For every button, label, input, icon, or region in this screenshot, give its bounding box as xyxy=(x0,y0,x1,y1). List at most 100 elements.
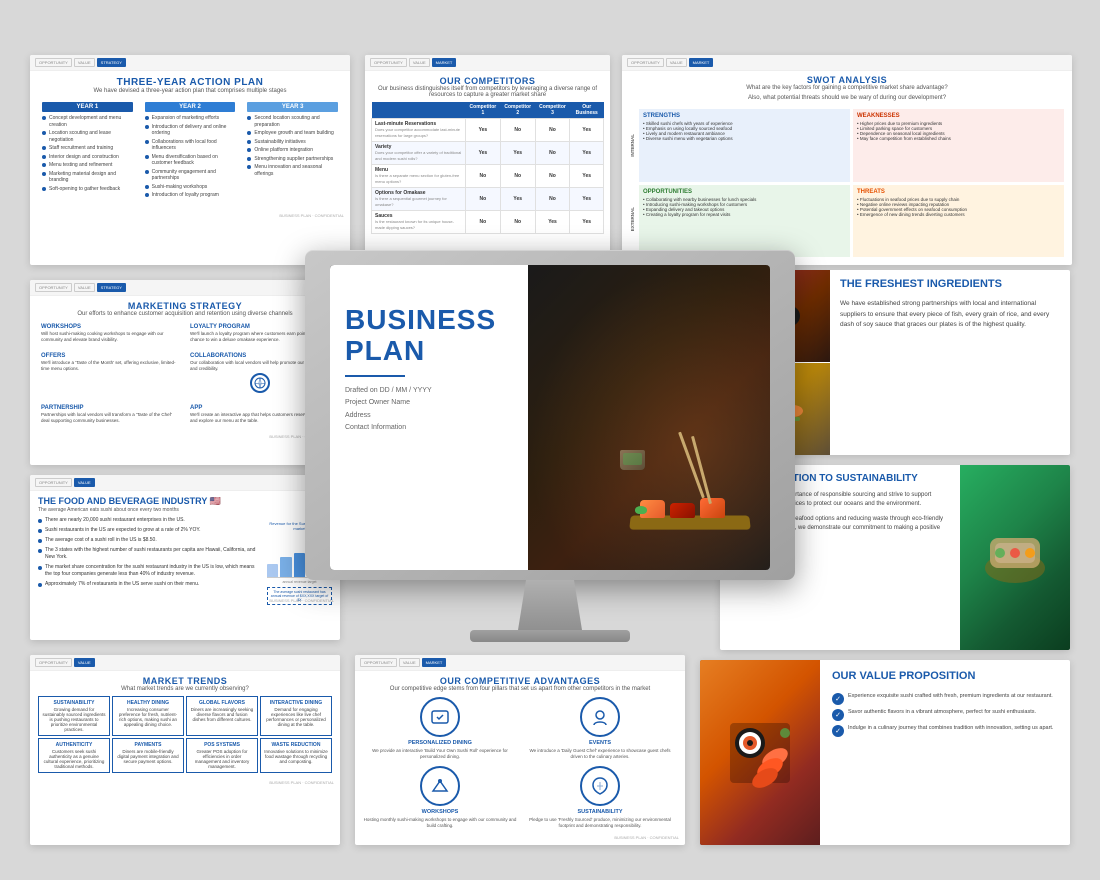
market-trends-content: MARKET TRENDS What market trends are we … xyxy=(30,671,340,778)
comp-row-sauces: SaucesIs the restaurant known for its un… xyxy=(372,211,604,234)
y3-item5: Strengthening supplier partnerships xyxy=(247,156,338,163)
monitor-wrapper: BUSINESS PLAN Drafted on DD / MM / YYYY … xyxy=(290,250,810,670)
swot-strengths: STRENGTHS • Skilled sushi chefs with yea… xyxy=(639,109,850,182)
trend-sus-text: Growing demand for sustainably sourced i… xyxy=(42,707,106,732)
bp-address: Address xyxy=(345,410,587,423)
pillar-pers-circle xyxy=(420,697,460,737)
y1-item1: Concept development and menu creation xyxy=(42,115,133,128)
business-plan-slide: BUSINESS PLAN Drafted on DD / MM / YYYY … xyxy=(330,265,770,570)
swot-weaknesses-title: WEAKNESSES xyxy=(857,113,1060,119)
pillar-sust-text: Pledge to use 'Freshly Sourced' produce,… xyxy=(523,817,677,829)
y2-item4: Menu diversification based on customer f… xyxy=(145,154,236,167)
swot-threats: THREATS • Fluctuations in seafood prices… xyxy=(853,185,1064,258)
marketing-workshops-text: Will host sushi-making cooking workshops… xyxy=(41,331,180,343)
marketing-workshops: WORKSHOPS Will host sushi-making cooking… xyxy=(38,321,183,346)
marketing-offers-title: OFFERS xyxy=(41,353,180,359)
comp-th-c3: Competitor 3 xyxy=(535,102,570,119)
year3-label: YEAR 3 xyxy=(247,102,338,112)
trend-waste: WASTE REDUCTION Innovative solutions to … xyxy=(260,738,332,773)
comp-cell-s-c1: No xyxy=(465,211,500,234)
swot-opportunities: OPPORTUNITIES • Collaborating with nearb… xyxy=(639,185,850,258)
tag-val3: VALUE xyxy=(666,58,687,67)
y1-item2: Location scouting and lease negotiation xyxy=(42,130,133,143)
slide-value-proposition: OUR VALUE PROPOSITION ✓ Experience exqui… xyxy=(700,660,1070,845)
globe-icon xyxy=(250,373,270,393)
comp-cell-menu-label: MenuIs there a separate menu section for… xyxy=(372,165,466,188)
trend-auth-text: Customers seek sushi authenticity as a g… xyxy=(42,749,106,769)
tag-opp2: OPPORTUNITY xyxy=(370,58,407,67)
comp-th-c1: Competitor 1 xyxy=(465,102,500,119)
tag-val6: VALUE xyxy=(74,658,95,667)
trend-global-title: GLOBAL FLAVORS xyxy=(190,700,254,706)
pillar-events: EVENTS We introduce a 'Daily Guest Chef'… xyxy=(523,697,677,760)
swot-internal-label: INTERNAL xyxy=(630,134,635,157)
spring-rolls-svg xyxy=(975,518,1055,598)
pillar-pers-text: We provide an interactive 'Build Your Ow… xyxy=(363,748,517,760)
trend-pay-title: PAYMENTS xyxy=(116,742,180,748)
marketing-partnership-title: PARTNERSHIP xyxy=(41,405,180,411)
year3-col: YEAR 3 Second location scouting and prep… xyxy=(243,98,342,205)
tag-val5: VALUE xyxy=(74,478,95,487)
salmon-sushi-svg xyxy=(720,703,800,803)
trend-pay-text: Diners are mobile-friendly digital payme… xyxy=(116,749,180,764)
trend-authenticity: AUTHENTICITY Customers seek sushi authen… xyxy=(38,738,110,773)
tag-market2: MARKET xyxy=(432,58,457,67)
value-check-2: ✓ xyxy=(832,709,844,721)
trend-inter-text: Demand for engaging experiences like liv… xyxy=(264,707,328,727)
tag-opportunity: OPPORTUNITY xyxy=(35,58,72,67)
freshest-text-area: THE FRESHEST INGREDIENTS We have establi… xyxy=(830,270,1070,455)
marketing-offers: OFFERS We'll introduce a 'Taste of the M… xyxy=(38,350,183,399)
trend-global-text: Diners are increasingly seeking diverse … xyxy=(190,707,254,722)
comp-adv-subtitle: Our competitive edge stems from four pil… xyxy=(363,686,677,692)
swot-tags: OPPORTUNITY VALUE MARKET xyxy=(622,55,1072,71)
trend-waste-title: WASTE REDUCTION xyxy=(264,742,328,748)
y2-item7: Introduction of loyalty program xyxy=(145,192,236,199)
comp-cell-m-c1: No xyxy=(465,165,500,188)
tag-market3: MARKET xyxy=(689,58,714,67)
pillar-sustainability: SUSTAINABILITY Pledge to use 'Freshly So… xyxy=(523,766,677,829)
comp-cell-r-us: Yes xyxy=(570,119,604,142)
value-check-1: ✓ xyxy=(832,693,844,705)
food-bullet-4: The 3 states with the highest number of … xyxy=(38,547,257,561)
comp-cell-v-c2: Yes xyxy=(500,142,535,165)
comp-cell-r-c3: No xyxy=(535,119,570,142)
trend-pos-text: Greater POS adoption for efficiencies in… xyxy=(190,749,254,769)
tea-liquid xyxy=(623,453,642,465)
swot-opportunities-items: • Collaborating with nearby businesses f… xyxy=(643,197,846,217)
market-trends-subtitle: What market trends are we currently obse… xyxy=(38,686,332,692)
tag-val4: VALUE xyxy=(74,283,95,292)
y3-item6: Menu innovation and seasonal offerings xyxy=(247,164,338,177)
market-trends-title: MARKET TRENDS xyxy=(38,676,332,686)
y1-item3: Staff recruitment and training xyxy=(42,145,133,152)
tag-opp4: OPPORTUNITY xyxy=(35,283,72,292)
bp-title-area: BUSINESS PLAN Drafted on DD / MM / YYYY … xyxy=(345,305,587,435)
trend-payments: PAYMENTS Diners are mobile-friendly digi… xyxy=(112,738,184,773)
comp-cell-omakase-label: Options for OmakaseIs there a sequential… xyxy=(372,188,466,211)
marketing-title: MARKETING STRATEGY xyxy=(38,301,332,311)
monitor-stand xyxy=(510,580,590,630)
pillar-sust-title: SUSTAINABILITY xyxy=(523,809,677,815)
food-industry-subtitle: The average American eats sushi about on… xyxy=(38,507,332,513)
y3-item3: Sustainability initiatives xyxy=(247,139,338,146)
slide-competitors: OPPORTUNITY VALUE MARKET OUR COMPETITORS… xyxy=(365,55,610,265)
trend-pos: POS SYSTEMS Greater POS adoption for eff… xyxy=(186,738,258,773)
competitors-title: OUR COMPETITORS xyxy=(371,76,604,86)
y3-item4: Online platform integration xyxy=(247,147,338,154)
comp-cell-sauces-label: SaucesIs the restaurant known for its un… xyxy=(372,211,466,234)
swot-weaknesses: WEAKNESSES • Higher prices due to premiu… xyxy=(853,109,1064,182)
action-plan-tags: OPPORTUNITY VALUE STRATEGY xyxy=(30,55,350,71)
swot-threats-title: THREATS xyxy=(857,189,1060,195)
marketing-subtitle: Our efforts to enhance customer acquisit… xyxy=(38,311,332,317)
comp-cell-r-c1: Yes xyxy=(465,119,500,142)
pillar-sust-circle xyxy=(580,766,620,806)
tag-opp3: OPPORTUNITY xyxy=(627,58,664,67)
comp-cell-o-c3: No xyxy=(535,188,570,211)
y3-item2: Employee growth and team building xyxy=(247,130,338,137)
action-plan-subtitle: We have devised a three-year action plan… xyxy=(38,88,342,94)
globe-svg xyxy=(254,377,266,389)
value-item-1: ✓ Experience exquisite sushi crafted wit… xyxy=(832,693,1058,705)
events-icon xyxy=(590,707,610,727)
slide-market-trends: OPPORTUNITY VALUE MARKET TRENDS What mar… xyxy=(30,655,340,845)
comp-cell-o-c2: Yes xyxy=(500,188,535,211)
food-bullet-6: Approximately 7% of restaurants in the U… xyxy=(38,581,257,588)
